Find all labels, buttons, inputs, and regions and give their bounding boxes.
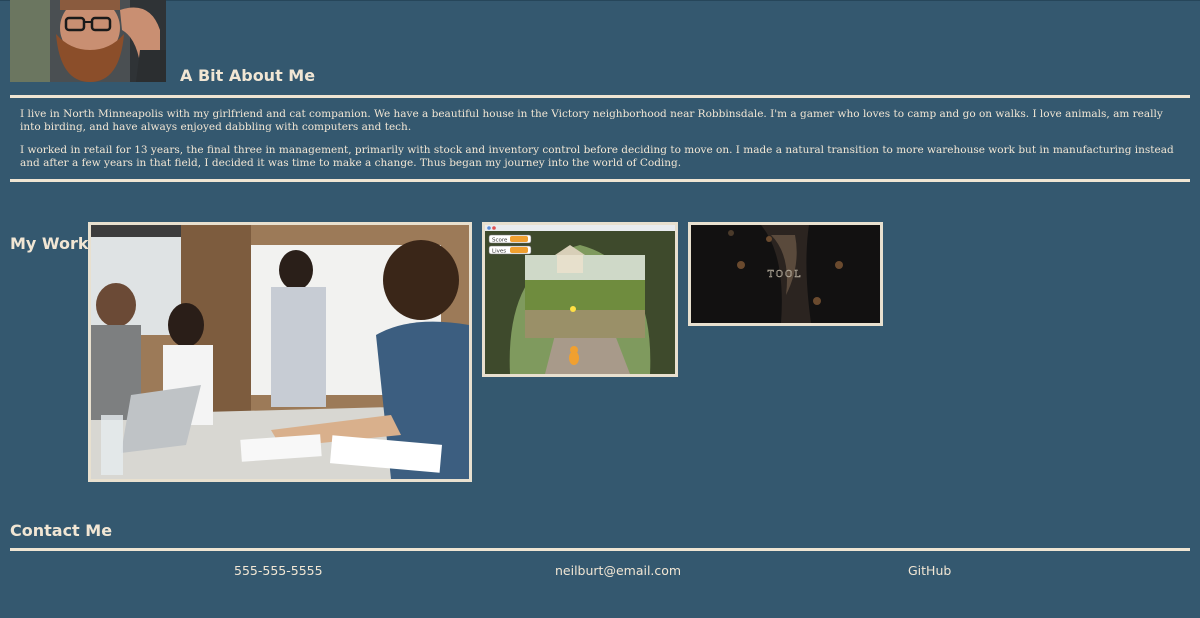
window-icon	[487, 226, 491, 230]
about-bottom-divider	[10, 179, 1190, 182]
about-paragraph: I worked in retail for 13 years, the fin…	[20, 144, 1174, 169]
profile-photo	[10, 0, 166, 82]
contact-email[interactable]: neilburt@email.com	[555, 563, 681, 578]
project-thumbnail-garden-game[interactable]: Score Lives	[482, 222, 678, 377]
about-text: I live in North Minneapolis with my girl…	[20, 108, 1180, 180]
game-lives-label: Lives	[492, 249, 506, 255]
stop-icon	[492, 226, 496, 230]
about-top-divider	[10, 95, 1190, 98]
work-heading: My Work	[10, 234, 89, 253]
project-thumbnail-tool-band[interactable]: TOOL	[688, 222, 883, 326]
about-paragraph: I live in North Minneapolis with my girl…	[20, 108, 1163, 133]
tool-logo-text: TOOL	[768, 270, 803, 280]
about-heading: A Bit About Me	[180, 66, 316, 85]
about-header: A Bit About Me	[10, 0, 1190, 85]
contact-phone[interactable]: 555-555-5555	[234, 563, 323, 578]
project-thumbnail-team-meeting[interactable]	[88, 222, 472, 482]
game-score-label: Score	[492, 238, 508, 244]
contact-heading: Contact Me	[10, 521, 113, 540]
contact-divider	[10, 548, 1190, 551]
contact-links: 555-555-5555 neilburt@email.com GitHub	[10, 563, 1190, 579]
contact-github-link[interactable]: GitHub	[908, 563, 951, 578]
